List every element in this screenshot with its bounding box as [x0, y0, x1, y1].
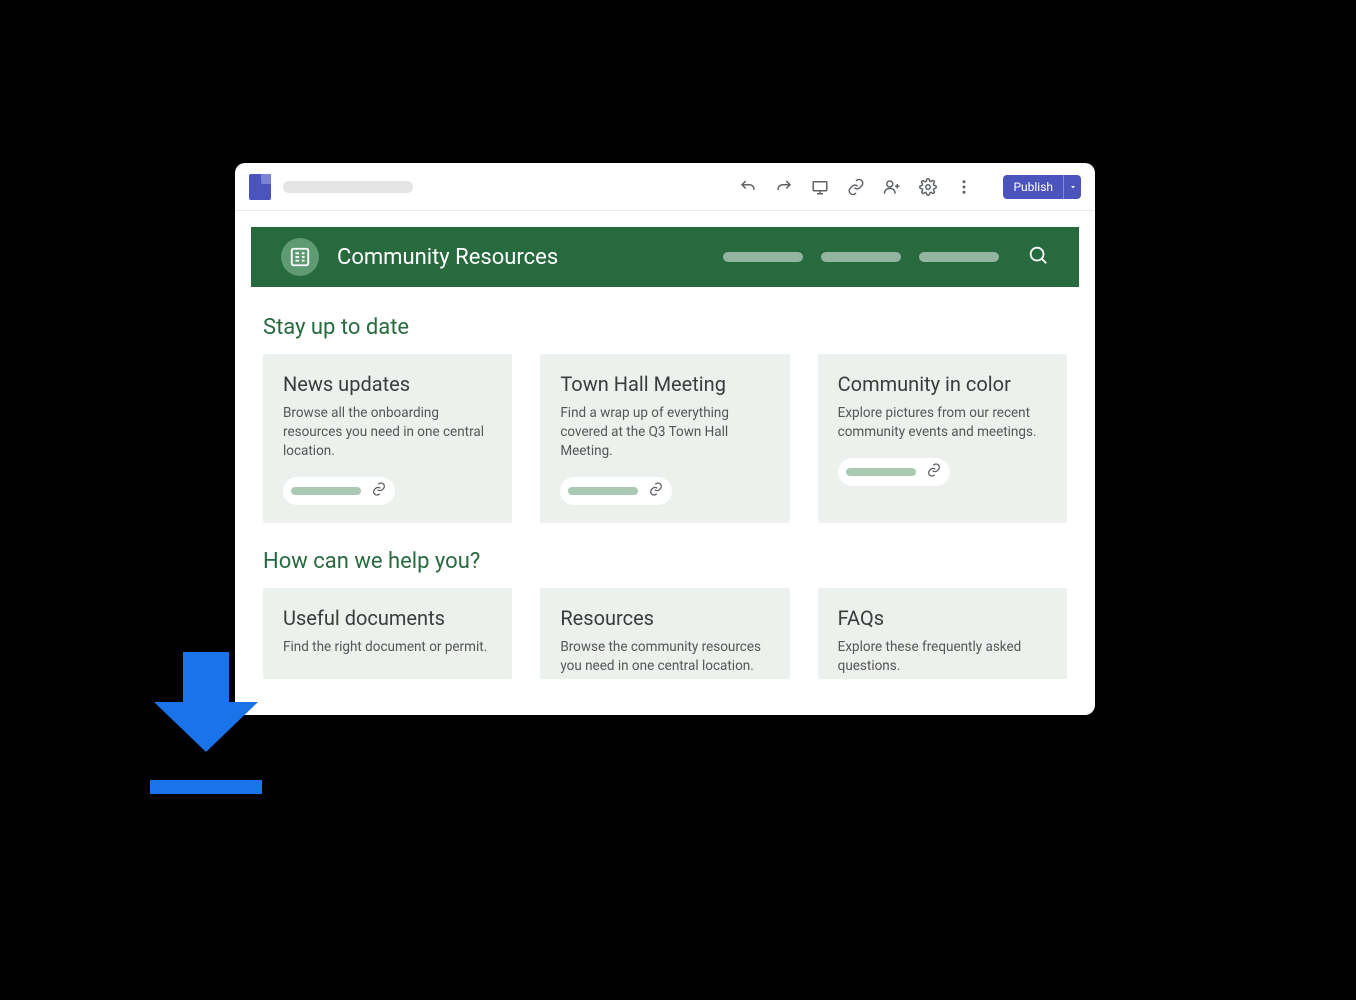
card-title: Useful documents	[283, 606, 492, 630]
chip-label-placeholder	[846, 468, 916, 476]
card-desc: Explore these frequently asked questions…	[838, 638, 1047, 676]
card-community-color[interactable]: Community in color Explore pictures from…	[818, 354, 1067, 523]
preview-icon[interactable]	[811, 178, 829, 196]
toolbar-icons	[739, 178, 973, 196]
card-link-chip[interactable]	[838, 458, 950, 486]
card-faqs[interactable]: FAQs Explore these frequently asked ques…	[818, 588, 1067, 680]
app-window: Publish Community Resources Stay up to d…	[235, 163, 1095, 715]
download-icon	[150, 652, 262, 802]
sites-app-icon	[249, 174, 271, 200]
chip-label-placeholder	[568, 487, 638, 495]
card-desc: Find the right document or permit.	[283, 638, 492, 657]
more-icon[interactable]	[955, 178, 973, 196]
card-desc: Find a wrap up of everything covered at …	[560, 404, 769, 461]
publish-button[interactable]: Publish	[1003, 175, 1063, 199]
site-logo	[281, 238, 319, 276]
card-desc: Explore pictures from our recent communi…	[838, 404, 1047, 442]
card-row: News updates Browse all the onboarding r…	[263, 354, 1067, 523]
card-news-updates[interactable]: News updates Browse all the onboarding r…	[263, 354, 512, 523]
card-resources[interactable]: Resources Browse the community resources…	[540, 588, 789, 680]
card-desc: Browse all the onboarding resources you …	[283, 404, 492, 461]
settings-icon[interactable]	[919, 178, 937, 196]
card-title: Town Hall Meeting	[560, 372, 769, 396]
nav-item-placeholder[interactable]	[723, 252, 803, 262]
card-town-hall[interactable]: Town Hall Meeting Find a wrap up of ever…	[540, 354, 789, 523]
card-link-chip[interactable]	[283, 477, 395, 505]
site-header: Community Resources	[251, 227, 1079, 287]
card-title: Resources	[560, 606, 769, 630]
undo-icon[interactable]	[739, 178, 757, 196]
link-icon	[648, 481, 664, 501]
card-title: Community in color	[838, 372, 1047, 396]
site-title: Community Resources	[337, 245, 558, 270]
search-icon[interactable]	[1027, 244, 1049, 270]
link-icon[interactable]	[847, 178, 865, 196]
publish-dropdown[interactable]	[1063, 175, 1081, 199]
publish-button-group: Publish	[1003, 175, 1081, 199]
card-desc: Browse the community resources you need …	[560, 638, 769, 676]
card-link-chip[interactable]	[560, 477, 672, 505]
app-toolbar: Publish	[235, 163, 1095, 211]
nav-item-placeholder[interactable]	[821, 252, 901, 262]
redo-icon[interactable]	[775, 178, 793, 196]
share-icon[interactable]	[883, 178, 901, 196]
section-heading: Stay up to date	[263, 315, 1067, 340]
link-icon	[926, 462, 942, 482]
section-heading: How can we help you?	[263, 549, 1067, 574]
nav-item-placeholder[interactable]	[919, 252, 999, 262]
card-title: FAQs	[838, 606, 1047, 630]
document-title-placeholder[interactable]	[283, 181, 413, 193]
card-useful-docs[interactable]: Useful documents Find the right document…	[263, 588, 512, 680]
page-content: Stay up to date News updates Browse all …	[235, 287, 1095, 679]
card-row: Useful documents Find the right document…	[263, 588, 1067, 680]
link-icon	[371, 481, 387, 501]
card-title: News updates	[283, 372, 492, 396]
chip-label-placeholder	[291, 487, 361, 495]
